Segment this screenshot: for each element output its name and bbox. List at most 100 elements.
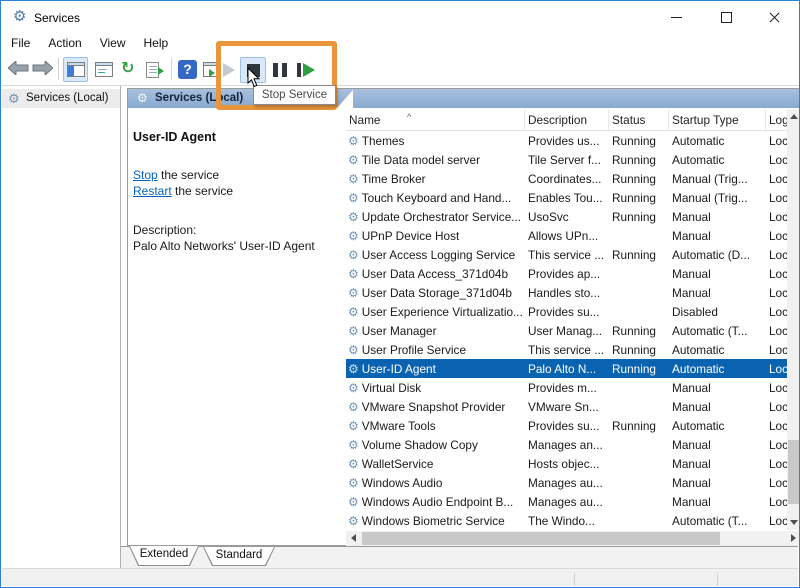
cell-log-on-as: Loc [766, 419, 787, 433]
vertical-scrollbar-thumb[interactable] [788, 440, 800, 504]
start-service-icon[interactable] [223, 63, 235, 77]
table-row[interactable]: ⚙ThemesProvides us...RunningAutomaticLoc [346, 131, 787, 150]
cell-description: The Windo... [525, 514, 609, 528]
export-list-icon[interactable] [146, 62, 159, 78]
table-row[interactable]: ⚙Tile Data model serverTile Server f...R… [346, 150, 787, 169]
description-text: Palo Alto Networks' User-ID Agent [133, 239, 338, 254]
cell-name: ⚙WalletService [346, 457, 525, 471]
table-row[interactable]: ⚙User Access Logging ServiceThis service… [346, 245, 787, 264]
menu-item-action[interactable]: Action [39, 33, 90, 53]
table-row[interactable]: ⚙User Data Access_371d04bProvides ap...M… [346, 264, 787, 283]
restart-line-rest: the service [172, 184, 233, 198]
maximize-icon [721, 12, 732, 23]
tree-item-services-local[interactable]: ⚙ Services (Local) [2, 89, 120, 108]
table-row[interactable]: ⚙User Data Storage_371d04bHandles sto...… [346, 283, 787, 302]
service-gear-icon: ⚙ [348, 515, 359, 527]
service-name: User Access Logging Service [362, 248, 515, 262]
cell-log-on-as: Loc [766, 324, 787, 338]
close-button[interactable] [752, 2, 797, 33]
menu-item-help[interactable]: Help [135, 33, 178, 53]
table-row[interactable]: ⚙VMware Snapshot ProviderVMware Sn...Man… [346, 397, 787, 416]
cell-name: ⚙UPnP Device Host [346, 229, 525, 243]
table-row[interactable]: ⚙Windows AudioManages au...ManualLoc [346, 473, 787, 492]
scroll-down-button[interactable] [787, 514, 800, 530]
view-tab-strip: Extended Standard [121, 546, 798, 568]
table-row[interactable]: ⚙Update Orchestrator Service...UsoSvcRun… [346, 207, 787, 226]
cell-name: ⚙Virtual Disk [346, 381, 525, 395]
cell-name: ⚙User Manager [346, 324, 525, 338]
table-row[interactable]: ⚙Volume Shadow CopyManages an...ManualLo… [346, 435, 787, 454]
refresh-icon[interactable]: ↻ [121, 60, 134, 78]
vertical-scrollbar[interactable] [787, 109, 800, 530]
table-row[interactable]: ⚙Virtual DiskProvides m...ManualLoc [346, 378, 787, 397]
table-row[interactable]: ⚙Time BrokerCoordinates...RunningManual … [346, 169, 787, 188]
cell-log-on-as: Loc [766, 438, 787, 452]
panel-splitter[interactable] [120, 86, 121, 586]
cell-description: Provides ap... [525, 267, 609, 281]
minimize-button[interactable] [654, 2, 699, 33]
services-banner: ⚙ Services (Local) [128, 89, 800, 108]
tab-standard[interactable]: Standard [203, 547, 275, 566]
service-gear-icon: ⚙ [348, 325, 359, 337]
scroll-left-button[interactable] [346, 531, 362, 546]
cell-status: Running [609, 248, 669, 262]
service-details-panel: User-ID Agent Stop the service Restart t… [128, 108, 345, 545]
cell-log-on-as: Loc [766, 172, 787, 186]
cell-status: Running [609, 191, 669, 205]
table-row[interactable]: ⚙WalletServiceHosts objec...ManualLoc [346, 454, 787, 473]
table-row[interactable]: ⚙Touch Keyboard and Hand...Enables Tou..… [346, 188, 787, 207]
service-name: User-ID Agent [362, 362, 436, 376]
table-row[interactable]: ⚙User Experience Virtualizatio...Provide… [346, 302, 787, 321]
table-row[interactable]: ⚙VMware ToolsProvides su...RunningAutoma… [346, 416, 787, 435]
scroll-up-button[interactable] [787, 109, 800, 125]
horizontal-scrollbar-thumb[interactable] [362, 532, 720, 545]
stop-service-link[interactable]: Stop [133, 168, 158, 182]
service-name: User Data Access_371d04b [362, 267, 508, 281]
service-name: Volume Shadow Copy [362, 438, 478, 452]
table-row[interactable]: ⚙User ManagerUser Manag...RunningAutomat… [346, 321, 787, 340]
cell-status: Running [609, 134, 669, 148]
cell-status: Running [609, 324, 669, 338]
cell-name: ⚙Time Broker [346, 172, 525, 186]
pause-service-icon[interactable] [273, 63, 287, 77]
cell-description: Manages an... [525, 438, 609, 452]
selected-service-title: User-ID Agent [133, 130, 216, 144]
horizontal-scrollbar[interactable] [346, 531, 800, 546]
cell-log-on-as: Loc [766, 134, 787, 148]
service-gear-icon: ⚙ [348, 154, 359, 166]
tab-extended[interactable]: Extended [129, 546, 199, 566]
extended-view-icon[interactable] [203, 62, 221, 77]
scroll-right-button[interactable] [785, 531, 800, 546]
help-icon[interactable]: ? [178, 60, 197, 79]
properties-icon[interactable] [95, 62, 113, 77]
table-row[interactable]: ⚙Windows Audio Endpoint B...Manages au..… [346, 492, 787, 511]
table-row[interactable]: ⚙UPnP Device HostAllows UPn...ManualLoc [346, 226, 787, 245]
table-row[interactable]: ⚙Windows Biometric ServiceThe Windo...Au… [346, 511, 787, 530]
cell-name: ⚙User Access Logging Service [346, 248, 525, 262]
cell-description: This service ... [525, 343, 609, 357]
show-hide-console-tree-button[interactable] [63, 57, 88, 82]
cell-startup-type: Manual [669, 229, 766, 243]
scroll-down-icon [790, 520, 798, 525]
cell-startup-type: Manual [669, 210, 766, 224]
service-gear-icon: ⚙ [348, 420, 359, 432]
service-name: Time Broker [362, 172, 426, 186]
toolbar-separator [171, 58, 172, 80]
table-row[interactable]: ⚙User-ID AgentPalo Alto N...RunningAutom… [346, 359, 787, 378]
cell-log-on-as: Loc [766, 362, 787, 376]
service-gear-icon: ⚙ [348, 249, 359, 261]
cell-startup-type: Manual [669, 400, 766, 414]
restart-service-icon[interactable] [297, 63, 317, 77]
menu-item-file[interactable]: File [2, 33, 39, 53]
restart-service-link[interactable]: Restart [133, 184, 172, 198]
cell-log-on-as: Loc [766, 343, 787, 357]
maximize-button[interactable] [704, 2, 749, 33]
table-row[interactable]: ⚙User Profile ServiceThis service ...Run… [346, 340, 787, 359]
service-name: Update Orchestrator Service... [362, 210, 521, 224]
forward-icon[interactable] [32, 61, 53, 75]
cell-description: Hosts objec... [525, 457, 609, 471]
service-gear-icon: ⚙ [348, 401, 359, 413]
menu-item-view[interactable]: View [91, 33, 135, 53]
back-icon[interactable] [8, 61, 29, 75]
cell-startup-type: Manual [669, 476, 766, 490]
